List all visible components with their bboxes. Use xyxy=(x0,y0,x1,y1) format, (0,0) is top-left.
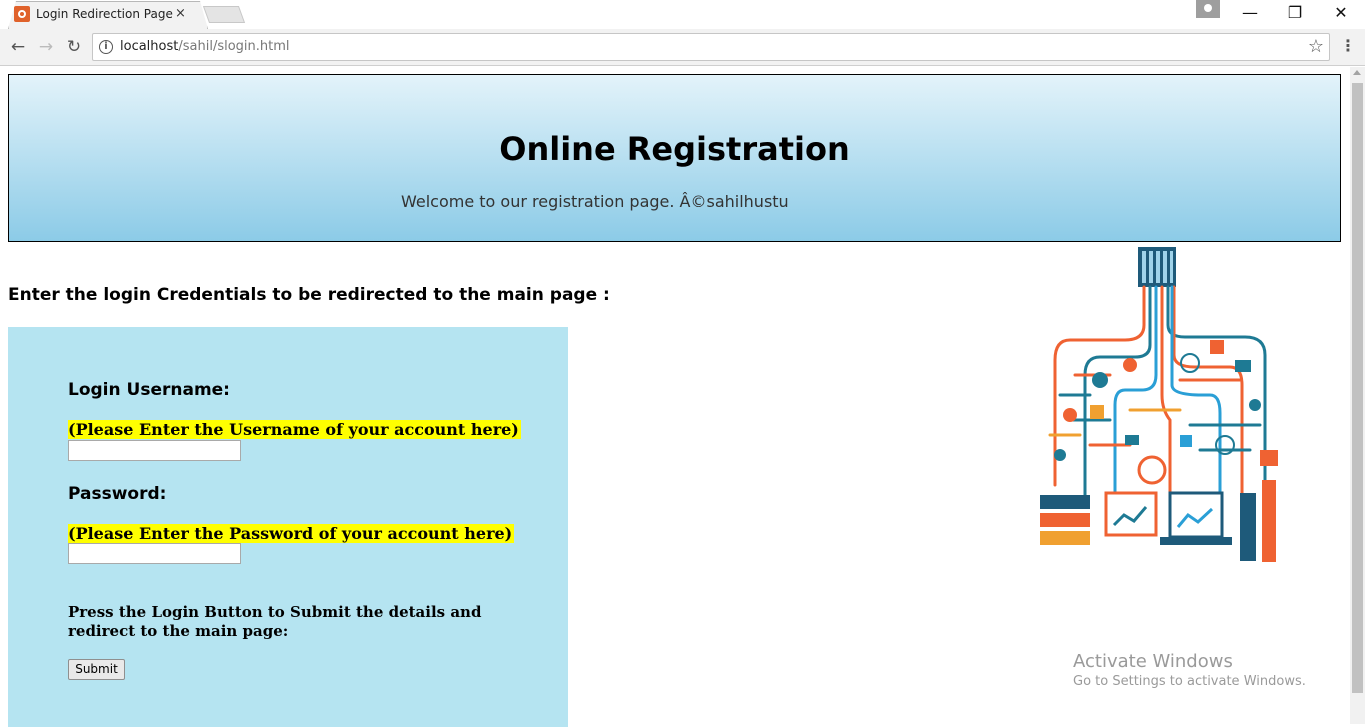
scroll-up-arrow-icon[interactable] xyxy=(1353,70,1361,75)
profile-icon[interactable] xyxy=(1196,0,1220,18)
url-text[interactable]: localhost/sahil/slogin.html xyxy=(120,39,290,54)
vertical-scrollbar[interactable] xyxy=(1350,67,1365,724)
address-bar[interactable]: i localhost/sahil/slogin.html ☆ xyxy=(92,33,1330,61)
submit-button[interactable]: Submit xyxy=(68,659,125,680)
url-host: localhost xyxy=(120,39,179,54)
activate-title: Activate Windows xyxy=(1073,651,1233,672)
scroll-thumb[interactable] xyxy=(1352,83,1363,693)
server-rack-icon xyxy=(1138,247,1176,287)
technology-network-illustration xyxy=(1040,247,1278,562)
info-icon[interactable]: i xyxy=(99,40,113,54)
page-subtitle: Welcome to our registration page. Â©sahi… xyxy=(401,192,789,211)
close-window-button[interactable]: ✕ xyxy=(1319,3,1363,22)
username-input[interactable] xyxy=(68,440,241,461)
page-title: Online Registration xyxy=(499,130,850,168)
bookmark-star-icon[interactable]: ☆ xyxy=(1308,36,1324,57)
tab-title: Login Redirection Page xyxy=(36,7,173,21)
page-header: Online Registration Welcome to our regis… xyxy=(8,74,1341,242)
url-path: /sahil/slogin.html xyxy=(178,39,290,54)
username-hint: (Please Enter the Username of your accou… xyxy=(68,420,521,439)
activate-windows-watermark: Activate Windows Go to Settings to activ… xyxy=(1073,651,1306,689)
xampp-favicon-icon xyxy=(14,6,30,22)
submit-instruction: Press the Login Button to Submit the det… xyxy=(68,603,482,640)
minimize-button[interactable]: — xyxy=(1228,3,1272,22)
back-button[interactable]: ← xyxy=(7,37,29,57)
forward-button[interactable]: → xyxy=(35,37,57,57)
password-hint: (Please Enter the Password of your accou… xyxy=(68,524,515,543)
browser-toolbar: ← → ↻ i localhost/sahil/slogin.html ☆ ⋮ xyxy=(0,29,1365,66)
tab-close-icon[interactable]: × xyxy=(175,6,186,21)
password-input[interactable] xyxy=(68,543,241,564)
browser-menu-icon[interactable]: ⋮ xyxy=(1340,36,1356,55)
restore-button[interactable]: ❐ xyxy=(1273,3,1317,22)
page-viewport: Online Registration Welcome to our regis… xyxy=(0,67,1350,727)
password-label: Password: xyxy=(68,484,167,504)
login-form: Login Username: (Please Enter the Userna… xyxy=(8,327,568,727)
activate-subtitle: Go to Settings to activate Windows. xyxy=(1073,674,1306,689)
tab-content: Login Redirection Page xyxy=(14,0,194,28)
reload-button[interactable]: ↻ xyxy=(63,37,85,57)
username-label: Login Username: xyxy=(68,380,230,400)
instruction-text: Enter the login Credentials to be redire… xyxy=(8,285,610,305)
tab-bar: Login Redirection Page × — ❐ ✕ xyxy=(0,0,1365,29)
new-tab-button[interactable] xyxy=(202,6,246,23)
